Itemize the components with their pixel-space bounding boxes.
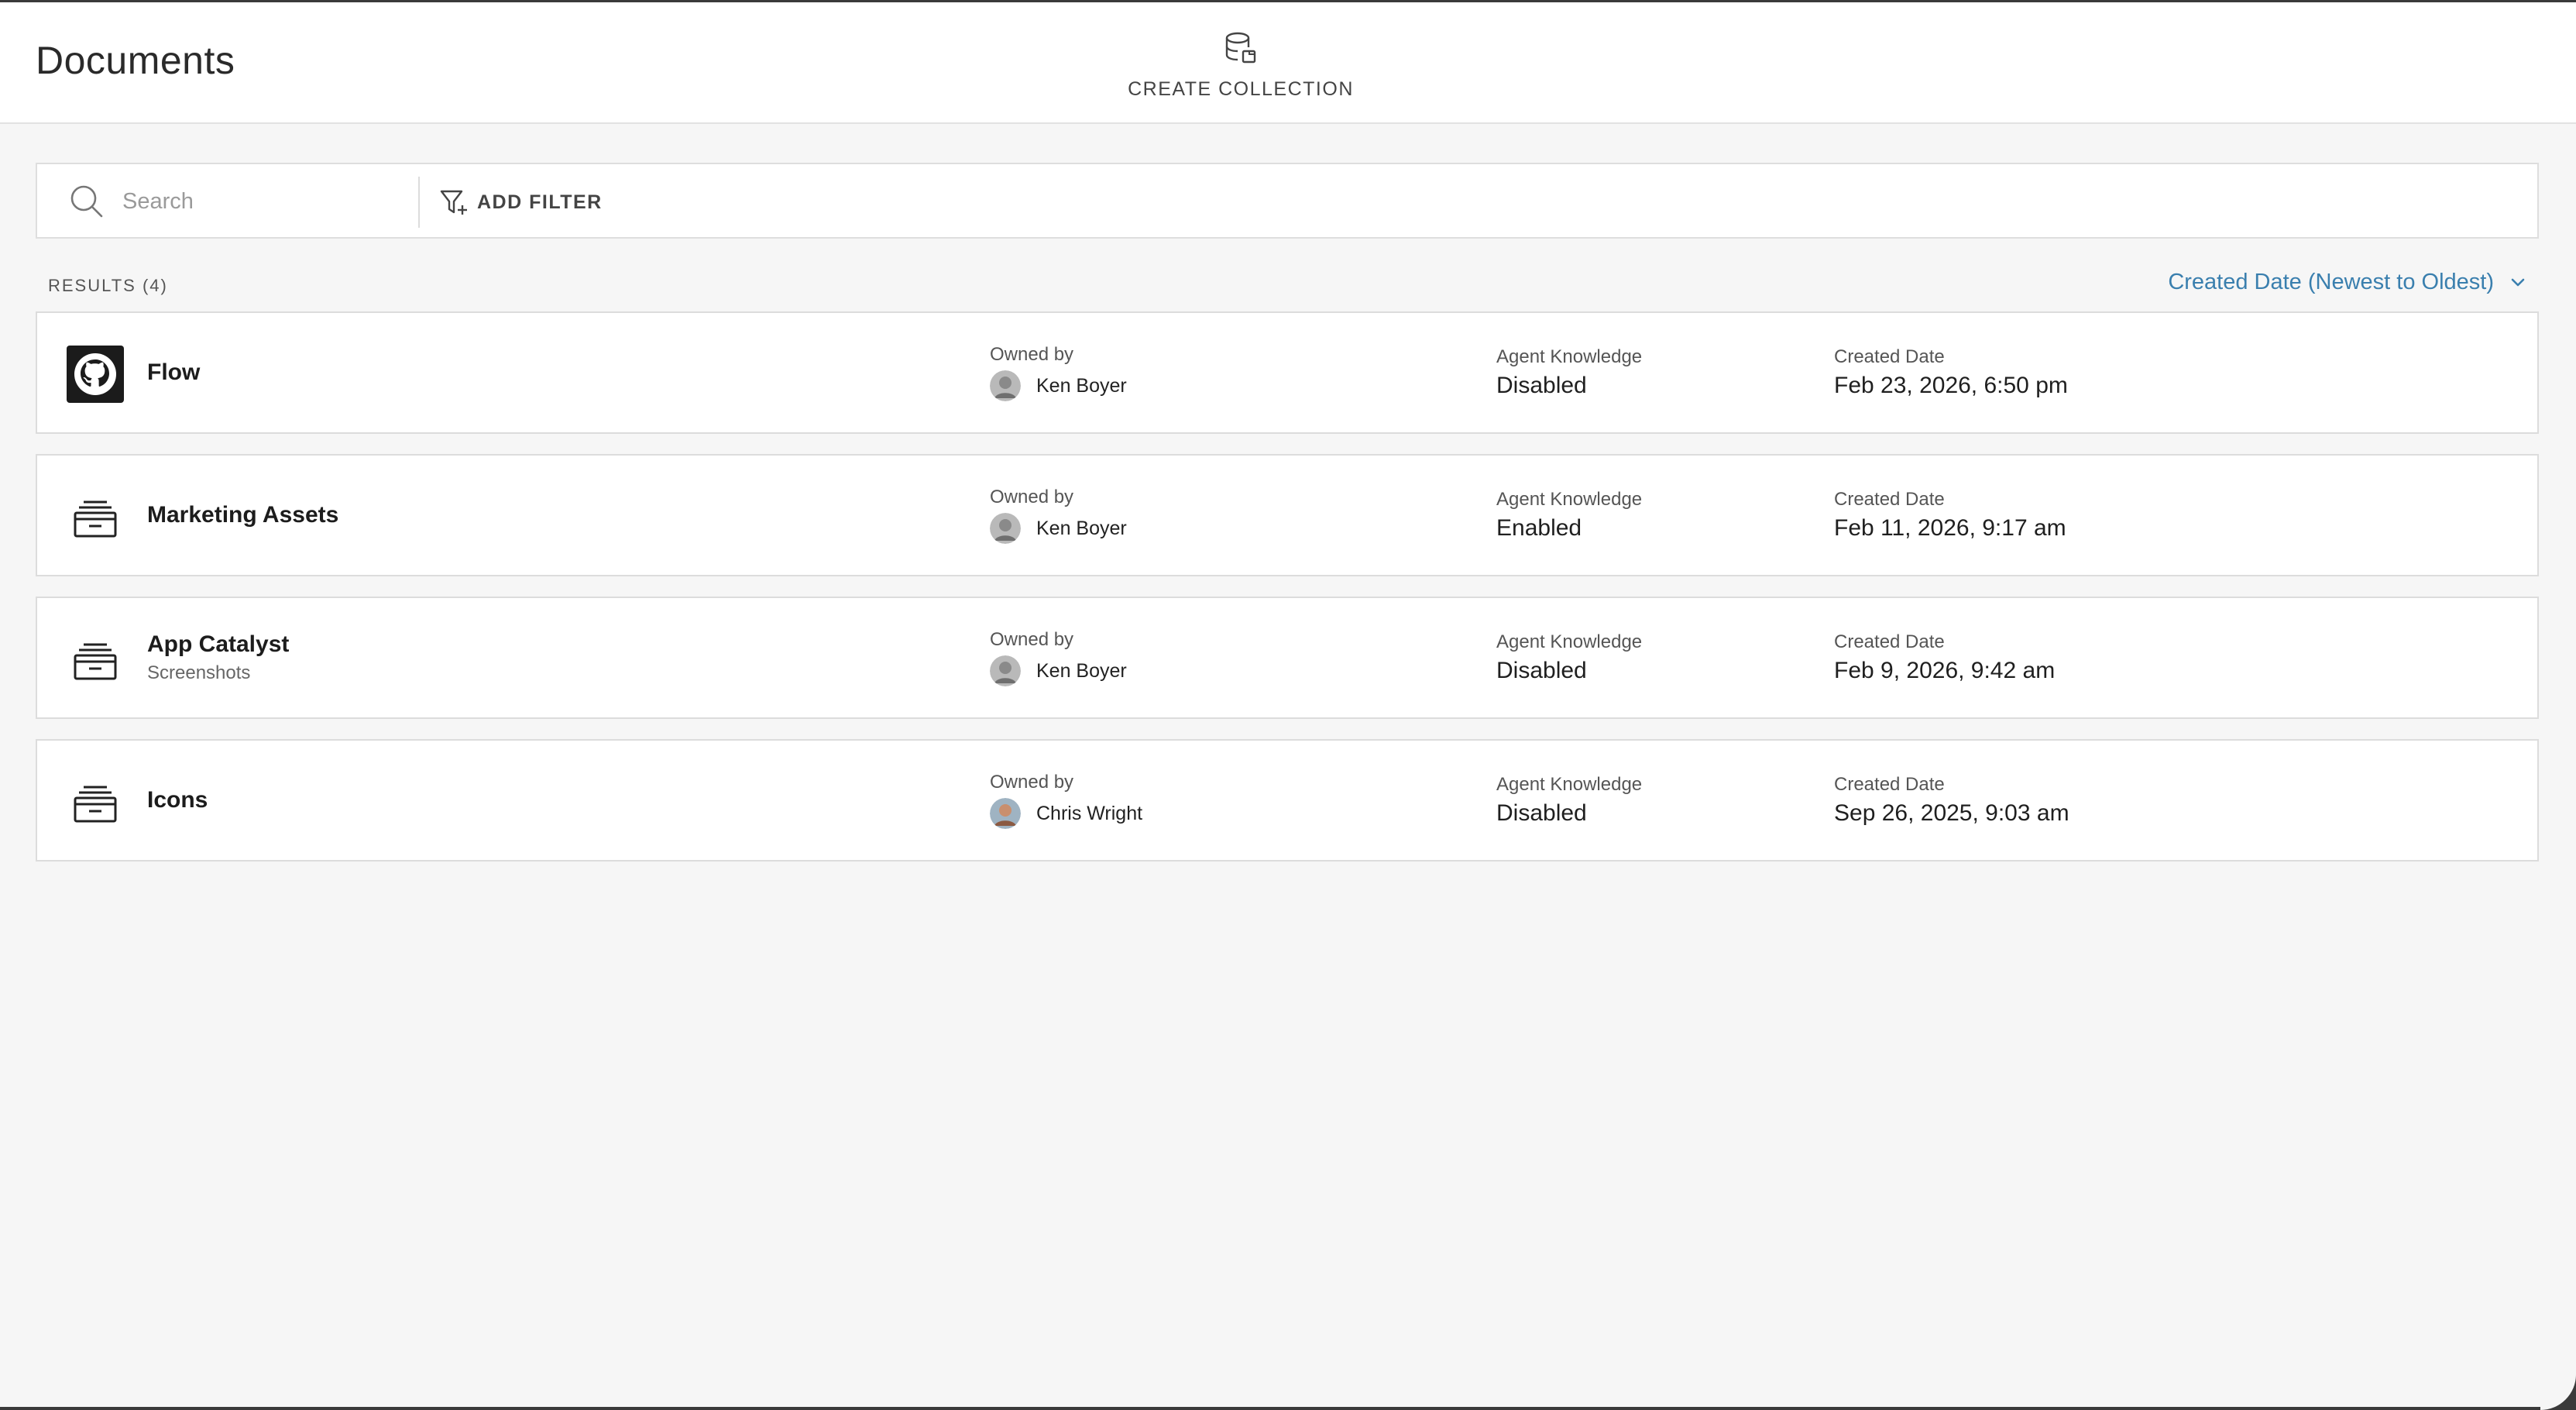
- sort-dropdown[interactable]: Created Date (Newest to Oldest): [2168, 270, 2528, 295]
- page-title: Documents: [36, 39, 235, 82]
- archive-box-icon: [74, 643, 117, 680]
- list-item[interactable]: App Catalyst Screenshots Owned by Ken Bo…: [36, 597, 2539, 719]
- create-collection-button[interactable]: CREATE COLLECTION: [1115, 24, 1366, 109]
- sort-label: Created Date (Newest to Oldest): [2168, 270, 2494, 294]
- created-date-label: Created Date: [1834, 489, 1945, 510]
- database-add-icon: [1225, 32, 1256, 64]
- item-name: App Catalyst: [147, 631, 290, 657]
- list-item[interactable]: Flow Owned by Ken Boyer Agent Knowledge …: [36, 311, 2539, 434]
- avatar: [990, 798, 1021, 829]
- created-date-value: Feb 23, 2026, 6:50 pm: [1834, 373, 2068, 398]
- created-date-value: Sep 26, 2025, 9:03 am: [1834, 800, 2069, 826]
- owner-label: Owned by: [990, 772, 1074, 793]
- chevron-down-icon: [2511, 278, 2525, 286]
- search-input[interactable]: [121, 181, 418, 222]
- add-filter-button[interactable]: ADD FILTER: [438, 183, 603, 222]
- item-name: Flow: [147, 359, 201, 385]
- github-icon: [67, 346, 124, 403]
- agent-knowledge-value: Enabled: [1496, 515, 1582, 541]
- owner-name: Chris Wright: [1036, 802, 1143, 824]
- list-item[interactable]: Icons Owned by Chris Wright Agent Knowle…: [36, 739, 2539, 861]
- agent-knowledge-value: Disabled: [1496, 800, 1587, 826]
- archive-box-icon: [74, 500, 117, 538]
- owner-name: Ken Boyer: [1036, 374, 1127, 397]
- created-date-value: Feb 9, 2026, 9:42 am: [1834, 658, 2056, 683]
- list-item[interactable]: Marketing Assets Owned by Ken Boyer Agen…: [36, 454, 2539, 576]
- item-name: Marketing Assets: [147, 502, 339, 528]
- agent-knowledge-label: Agent Knowledge: [1496, 346, 1643, 367]
- agent-knowledge-label: Agent Knowledge: [1496, 489, 1643, 510]
- window-corner: [2540, 1374, 2576, 1410]
- created-date-label: Created Date: [1834, 631, 1945, 652]
- add-filter-label: ADD FILTER: [477, 191, 603, 213]
- owner-name: Ken Boyer: [1036, 659, 1127, 682]
- results-count: RESULTS (4): [48, 276, 168, 295]
- agent-knowledge-value: Disabled: [1496, 658, 1587, 683]
- archive-box-icon: [74, 786, 117, 823]
- avatar: [990, 513, 1021, 544]
- owner-label: Owned by: [990, 344, 1074, 365]
- collection-list: Flow Owned by Ken Boyer Agent Knowledge …: [36, 311, 2539, 882]
- search-bar: ADD FILTER: [36, 163, 2539, 239]
- page-header: Documents CREATE COLLECTION: [0, 2, 2576, 124]
- search-divider: [418, 177, 420, 228]
- owner-label: Owned by: [990, 487, 1074, 507]
- avatar: [990, 655, 1021, 686]
- filter-add-icon: [440, 190, 467, 215]
- created-date-value: Feb 11, 2026, 9:17 am: [1834, 515, 2066, 541]
- item-name: Icons: [147, 787, 208, 813]
- created-date-label: Created Date: [1834, 774, 1945, 795]
- owner-name: Ken Boyer: [1036, 517, 1127, 539]
- agent-knowledge-label: Agent Knowledge: [1496, 774, 1643, 795]
- agent-knowledge-value: Disabled: [1496, 373, 1587, 398]
- search-icon: [70, 185, 103, 218]
- created-date-label: Created Date: [1834, 346, 1945, 367]
- agent-knowledge-label: Agent Knowledge: [1496, 631, 1643, 652]
- create-collection-label: CREATE COLLECTION: [1128, 78, 1354, 100]
- avatar: [990, 370, 1021, 401]
- window-bottom-border: [0, 1407, 2576, 1410]
- item-subtitle: Screenshots: [147, 662, 251, 683]
- owner-label: Owned by: [990, 629, 1074, 650]
